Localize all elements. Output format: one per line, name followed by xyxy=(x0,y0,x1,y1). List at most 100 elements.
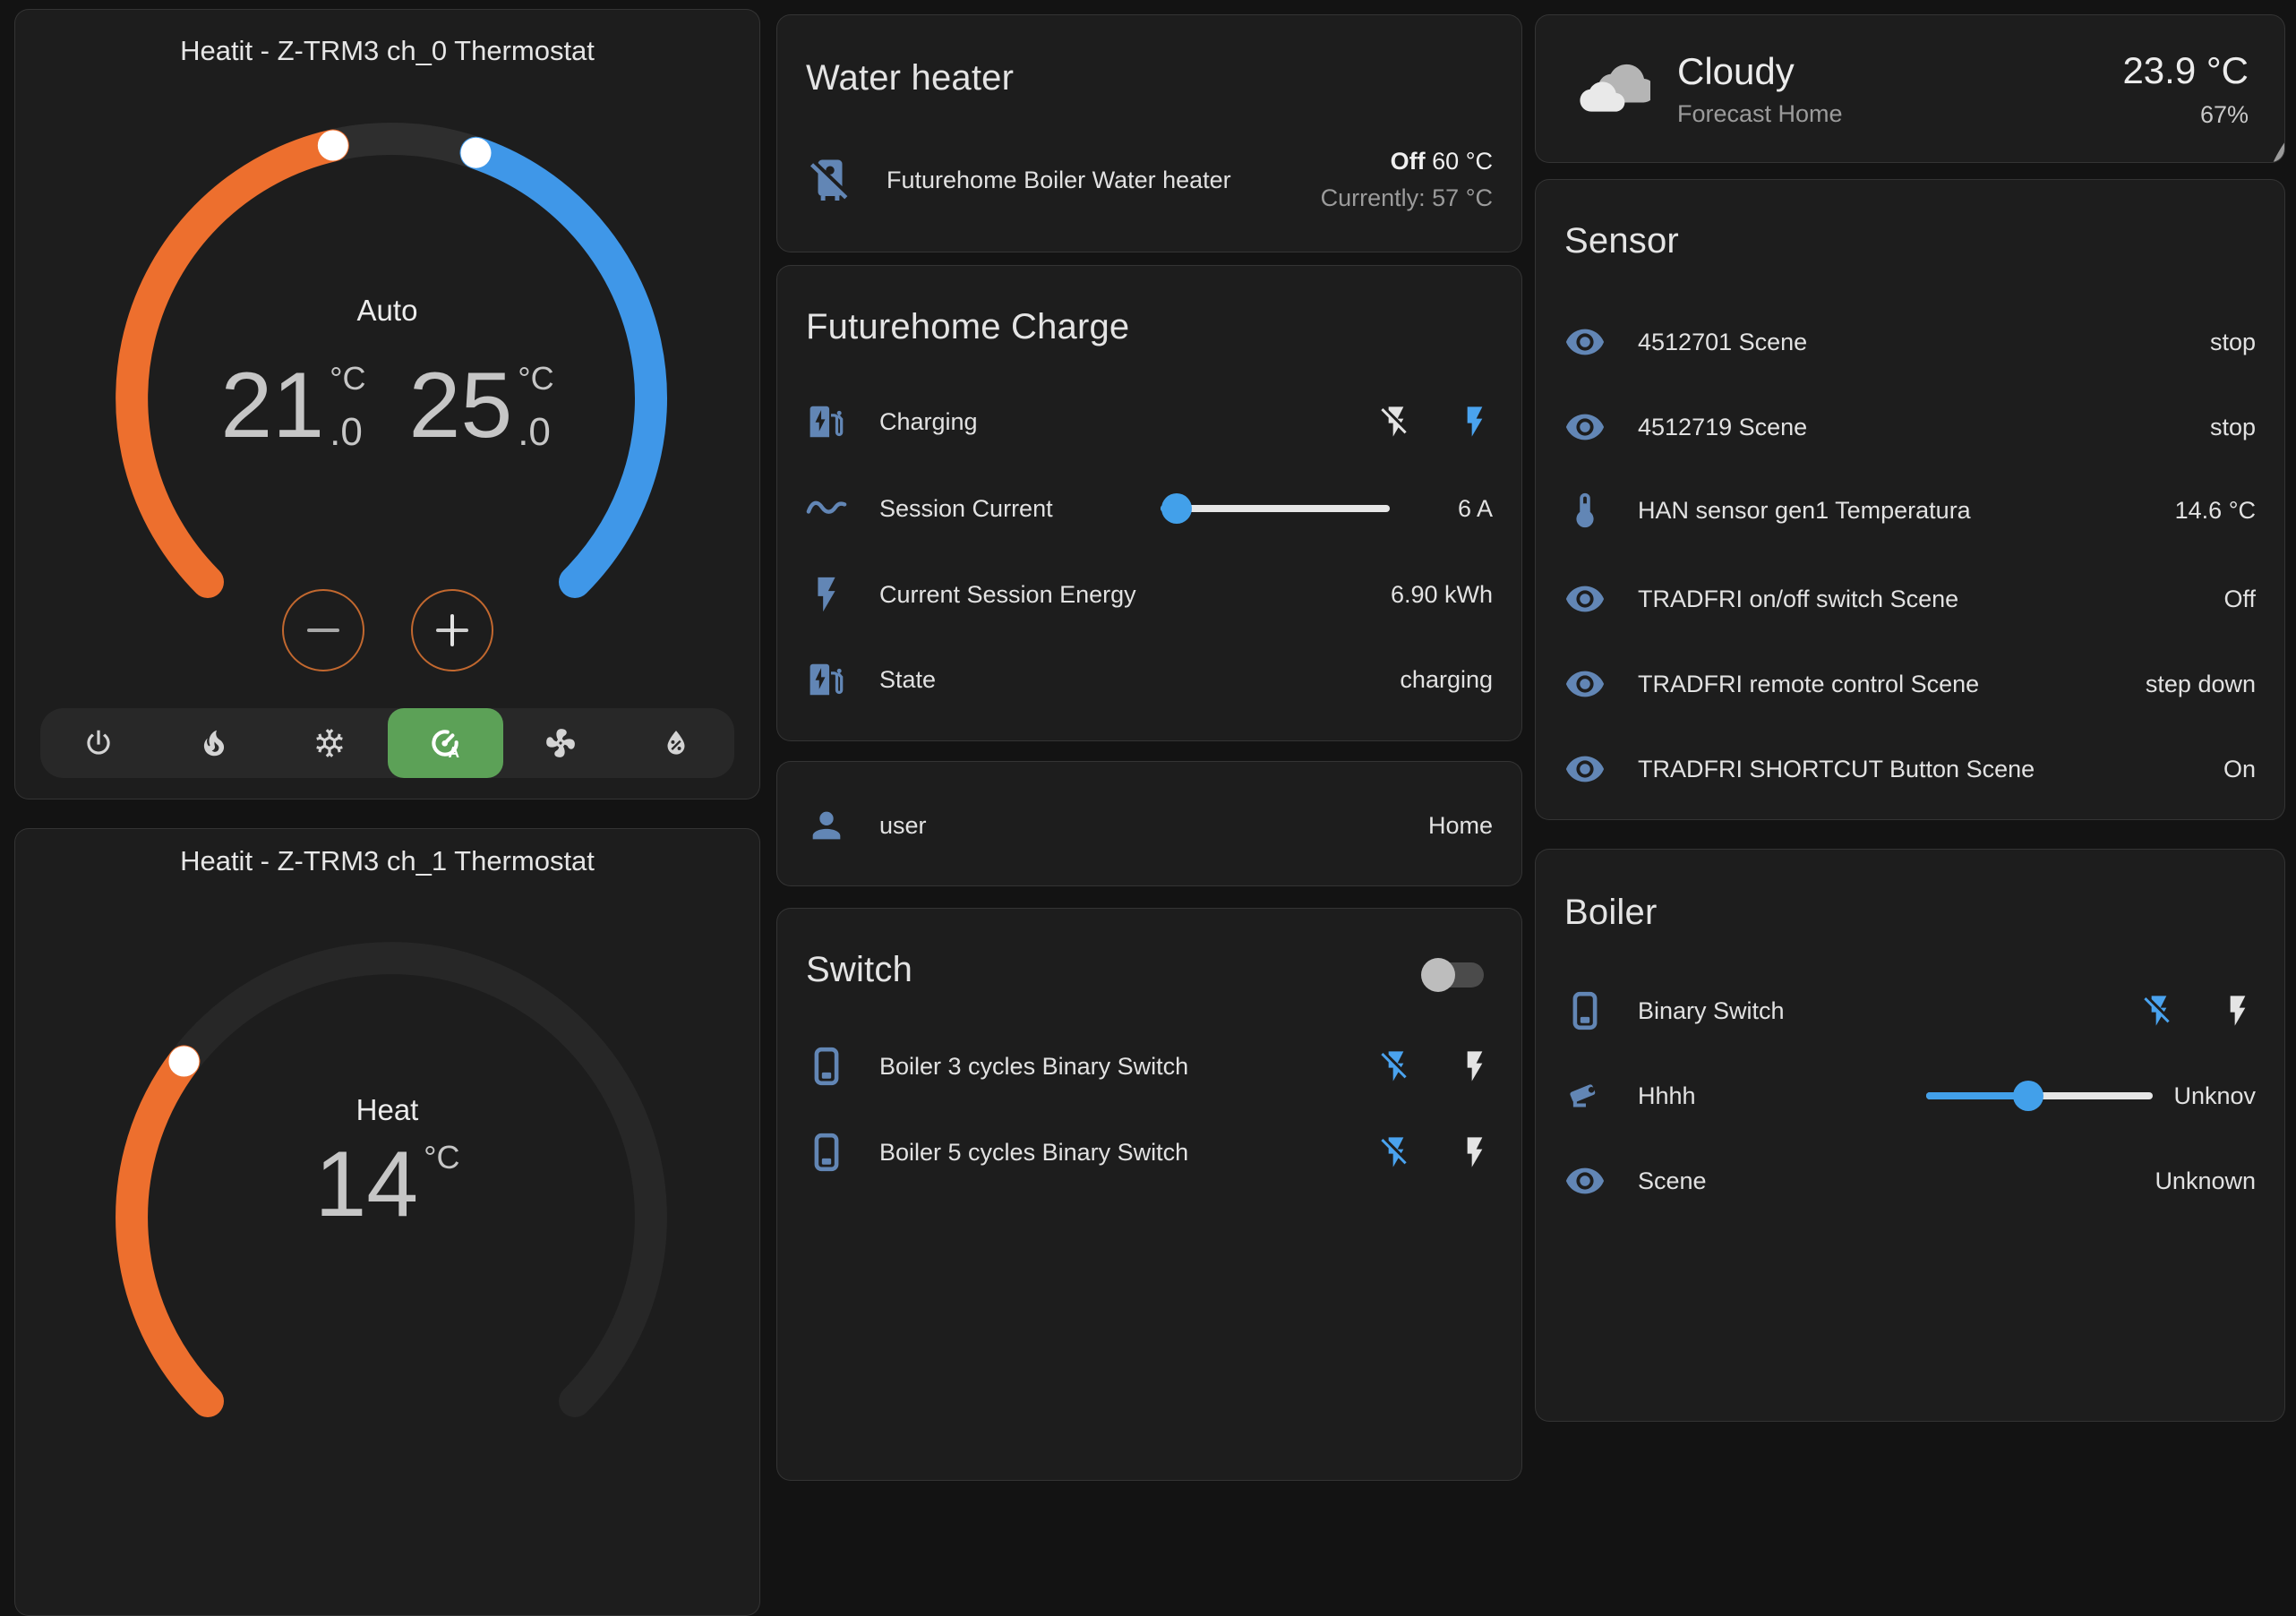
weather-text-block: Cloudy Forecast Home xyxy=(1677,50,1843,128)
thermometer-icon xyxy=(1564,490,1606,531)
thermostat-ch0-card: Heatit - Z-TRM3 ch_0 Thermostat Auto 21 … xyxy=(14,9,760,799)
power-icon xyxy=(81,726,116,760)
hhhh-label: Hhhh xyxy=(1638,1082,1926,1110)
binary-switch-row[interactable]: Binary Switch xyxy=(1564,983,2256,1039)
flash-off-icon[interactable] xyxy=(1378,1048,1414,1084)
flash-icon[interactable] xyxy=(1457,1048,1493,1084)
thermostat-ch1-card: Heatit - Z-TRM3 ch_1 Thermostat Heat 14 … xyxy=(14,828,760,1616)
session-current-label: Session Current xyxy=(879,495,1161,523)
dial-handle[interactable] xyxy=(168,1047,199,1077)
sensor-value: stop xyxy=(2210,414,2256,441)
sensor-row[interactable]: TRADFRI remote control Scene step down xyxy=(1564,656,2256,712)
hhhh-slider[interactable] xyxy=(1926,1081,2153,1111)
weather-temperature: 23.9 °C xyxy=(2122,49,2249,92)
dial-low-handle[interactable] xyxy=(318,131,348,161)
scene-label: Scene xyxy=(1638,1167,2137,1195)
temp-increase-button[interactable] xyxy=(411,589,493,671)
target-temperatures: 21 °C .0 25 °C .0 xyxy=(15,359,759,452)
weather-values-block: 23.9 °C 67% xyxy=(2122,49,2249,129)
sensor-card-title: Sensor xyxy=(1564,221,1679,261)
flash-icon[interactable] xyxy=(1457,1134,1493,1170)
target-low-int: 21 xyxy=(220,359,324,452)
charge-card-title: Futurehome Charge xyxy=(806,307,1129,347)
sensor-row[interactable]: 4512719 Scene stop xyxy=(1564,399,2256,455)
binary-switch-label: Binary Switch xyxy=(1638,997,2141,1025)
humidity-icon xyxy=(2168,101,2195,128)
eye-icon xyxy=(1564,663,1606,705)
mode-power-button[interactable] xyxy=(40,708,156,778)
flash-off-icon[interactable] xyxy=(2141,993,2177,1029)
water-boiler-off-icon xyxy=(806,156,854,204)
snowflake-icon xyxy=(313,726,347,760)
sensor-value: 14.6 °C xyxy=(2175,497,2256,525)
sensor-row[interactable]: TRADFRI on/off switch Scene Off xyxy=(1564,571,2256,627)
user-location: Home xyxy=(1428,812,1493,840)
eye-icon xyxy=(1564,321,1606,363)
mode-cool-button[interactable] xyxy=(271,708,387,778)
target-low: 21 °C .0 xyxy=(220,359,365,452)
flash-off-icon[interactable] xyxy=(1378,1134,1414,1170)
weather-card[interactable]: Cloudy Forecast Home 23.9 °C 67% xyxy=(1535,14,2285,163)
futurehome-charge-card: Futurehome Charge Charging Session Curre… xyxy=(776,265,1522,741)
user-row[interactable]: user Home xyxy=(806,798,1493,853)
target-temperature: 14 °C xyxy=(15,1138,759,1231)
mode-dry-button[interactable] xyxy=(619,708,734,778)
slider-knob[interactable] xyxy=(2013,1081,2043,1111)
target-high-int: 25 xyxy=(409,359,513,452)
slider-knob[interactable] xyxy=(1161,493,1192,524)
sensor-value: step down xyxy=(2146,671,2256,698)
thermostat-auto-icon xyxy=(428,726,462,760)
sensor-label: HAN sensor gen1 Temperatura xyxy=(1638,497,2157,525)
charging-row[interactable]: Charging xyxy=(806,394,1493,449)
sensor-row[interactable]: TRADFRI SHORTCUT Button Scene On xyxy=(1564,741,2256,797)
water-heater-target: 60 °C xyxy=(1432,148,1493,175)
boiler-card: Boiler Binary Switch Hhhh Unknov Scene U… xyxy=(1535,849,2285,1422)
target-low-frac: .0 xyxy=(330,413,365,452)
water-heater-card: Water heater Futurehome Boiler Water hea… xyxy=(776,14,1522,252)
sensor-row[interactable]: 4512701 Scene stop xyxy=(1564,314,2256,370)
switch-card-title: Switch xyxy=(806,950,912,990)
session-current-slider[interactable] xyxy=(1161,493,1390,524)
water-heater-state: Off xyxy=(1391,148,1426,175)
user-label: user xyxy=(879,812,1410,840)
session-energy-row[interactable]: Current Session Energy 6.90 kWh xyxy=(806,567,1493,622)
mode-auto-button[interactable] xyxy=(388,708,503,778)
water-heater-row[interactable]: Futurehome Boiler Water heater Off 60 °C… xyxy=(806,146,1493,214)
eye-icon xyxy=(1564,578,1606,620)
flash-icon[interactable] xyxy=(2220,993,2256,1029)
session-current-row[interactable]: Session Current 6 A xyxy=(806,481,1493,536)
weather-subtitle: Forecast Home xyxy=(1677,100,1843,128)
boiler5-row[interactable]: Boiler 5 cycles Binary Switch xyxy=(806,1124,1493,1180)
state-row[interactable]: State charging xyxy=(806,652,1493,707)
hvac-mode-row xyxy=(40,708,734,778)
sensor-row[interactable]: HAN sensor gen1 Temperatura 14.6 °C xyxy=(1564,483,2256,538)
binary-switch-icon xyxy=(806,1046,847,1087)
water-heater-current-temp: Currently: 57 °C xyxy=(1321,184,1493,212)
dial-high-handle[interactable] xyxy=(461,138,492,168)
sensor-label: TRADFRI remote control Scene xyxy=(1638,671,2128,698)
cctv-icon xyxy=(1564,1075,1606,1116)
toggle-knob[interactable] xyxy=(1421,958,1455,992)
temp-decrease-button[interactable] xyxy=(282,589,364,671)
sensor-value: Off xyxy=(2223,586,2256,613)
ev-station-icon xyxy=(806,659,847,700)
flash-icon[interactable] xyxy=(1457,404,1493,440)
hvac-mode-label: Heat xyxy=(15,1093,759,1127)
charging-label: Charging xyxy=(879,408,1378,436)
fan-icon xyxy=(544,726,578,760)
mode-heat-button[interactable] xyxy=(156,708,271,778)
weather-humidity: 67% xyxy=(2200,101,2249,129)
mode-fan-button[interactable] xyxy=(503,708,619,778)
session-energy-value: 6.90 kWh xyxy=(1391,581,1493,609)
switch-toggle[interactable] xyxy=(1421,958,1486,992)
water-heater-title: Water heater xyxy=(806,58,1014,98)
flash-off-icon[interactable] xyxy=(1378,404,1414,440)
eye-icon xyxy=(1564,1160,1606,1201)
target-low-unit: °C xyxy=(330,363,365,395)
boiler3-label: Boiler 3 cycles Binary Switch xyxy=(879,1053,1378,1081)
weather-cloudy-icon xyxy=(1572,60,1650,117)
boiler3-row[interactable]: Boiler 3 cycles Binary Switch xyxy=(806,1039,1493,1094)
hhhh-row[interactable]: Hhhh Unknov xyxy=(1564,1068,2256,1124)
target-high-frac: .0 xyxy=(518,413,553,452)
scene-row[interactable]: Scene Unknown xyxy=(1564,1153,2256,1209)
